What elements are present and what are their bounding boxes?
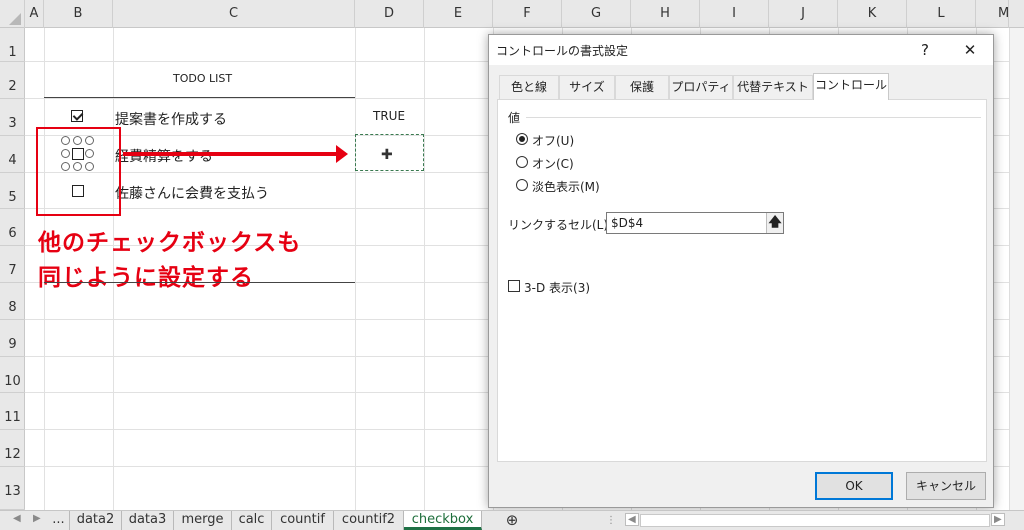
sheet-tab-countif2[interactable]: countif2 <box>334 511 404 530</box>
help-button[interactable]: ? <box>910 38 940 62</box>
row-header-8[interactable]: 8 <box>0 283 25 320</box>
row-header-11[interactable]: 11 <box>0 393 25 430</box>
todo-list-title: TODO LIST <box>173 72 233 85</box>
row-header-3[interactable]: 3 <box>0 99 25 136</box>
column-header-bar: A B C D E F G H I J K L M <box>0 0 1024 28</box>
radio-mixed-label[interactable]: 淡色表示(M) <box>532 178 600 195</box>
sheet-tab-data2[interactable]: data2 <box>70 511 122 530</box>
row-header-6[interactable]: 6 <box>0 209 25 246</box>
3d-shading-checkbox[interactable] <box>508 280 520 292</box>
column-header-a[interactable]: A <box>25 0 44 28</box>
select-all-corner[interactable] <box>0 0 25 28</box>
sheet-tab-data3[interactable]: data3 <box>122 511 174 530</box>
todo-item-3-label: 佐藤さんに会費を支払う <box>115 186 269 202</box>
tab-alt-text[interactable]: 代替テキスト <box>733 75 813 99</box>
gridline <box>424 28 425 510</box>
control-tab-panel: 値 オフ(U) オン(C) 淡色表示(M) リンクするセル(L): $D$4 🡅… <box>497 99 987 462</box>
row-header-4[interactable]: 4 <box>0 136 25 173</box>
todo-item-1-label: 提案書を作成する <box>115 112 227 128</box>
highlight-box <box>36 127 121 216</box>
format-control-dialog: コントロールの書式設定 ? ✕ 色と線 サイズ 保護 プロパティ 代替テキスト … <box>488 34 994 508</box>
3d-shading-label[interactable]: 3-D 表示(3) <box>524 279 590 296</box>
arrow-shaft <box>123 152 337 156</box>
column-header-k[interactable]: K <box>838 0 907 28</box>
column-header-g[interactable]: G <box>562 0 631 28</box>
annotation-line-1: 他のチェックボックスも <box>38 230 302 256</box>
scroll-next-sheet-icon[interactable]: ▶ <box>33 513 41 524</box>
ok-button[interactable]: OK <box>815 472 893 500</box>
column-header-i[interactable]: I <box>700 0 769 28</box>
link-cell-input[interactable]: $D$4 <box>606 212 784 234</box>
radio-on[interactable] <box>516 156 528 168</box>
row-header-10[interactable]: 10 <box>0 357 25 393</box>
vertical-scrollbar[interactable] <box>1009 28 1024 510</box>
horizontal-scrollbar[interactable] <box>640 514 990 527</box>
title-border <box>44 97 355 98</box>
tab-control[interactable]: コントロール <box>813 73 889 100</box>
tab-properties[interactable]: プロパティ <box>669 75 733 99</box>
tab-protection[interactable]: 保護 <box>615 75 669 99</box>
column-header-h[interactable]: H <box>631 0 700 28</box>
row-header-12[interactable]: 12 <box>0 430 25 467</box>
arrow-head-icon <box>336 145 348 163</box>
value-group-label: 値 <box>508 111 521 125</box>
column-header-l[interactable]: L <box>907 0 976 28</box>
linked-cell-value: TRUE <box>373 109 406 123</box>
radio-mixed[interactable] <box>516 179 528 191</box>
row-header-2[interactable]: 2 <box>0 62 25 99</box>
todo-checkbox-1[interactable] <box>71 110 83 122</box>
row-header-5[interactable]: 5 <box>0 173 25 209</box>
column-header-m[interactable]: M <box>976 0 1009 28</box>
sheet-tab-checkbox[interactable]: checkbox <box>404 511 482 530</box>
sheet-tab-countif[interactable]: countif <box>272 511 334 530</box>
collapse-dialog-icon[interactable]: 🡅 <box>766 213 783 233</box>
link-cell-label: リンクするセル(L): <box>508 218 613 232</box>
radio-on-label[interactable]: オン(C) <box>532 155 574 172</box>
add-sheet-icon[interactable]: ⊕ <box>500 511 524 530</box>
column-header-b[interactable]: B <box>44 0 113 28</box>
dialog-title-bar[interactable]: コントロールの書式設定 ? ✕ <box>489 35 993 65</box>
row-header-9[interactable]: 9 <box>0 320 25 357</box>
sheet-tab-calc[interactable]: calc <box>232 511 272 530</box>
tab-splitter-icon[interactable]: ⋮ <box>606 515 616 526</box>
tab-size[interactable]: サイズ <box>559 75 615 99</box>
row-header-13[interactable]: 13 <box>0 467 25 510</box>
sheet-tab-bar: ◀ ▶ ... data2 data3 merge calc countif c… <box>0 510 1024 530</box>
more-sheets[interactable]: ... <box>48 511 70 530</box>
list-bottom-border <box>44 282 355 283</box>
gridline <box>355 28 356 510</box>
scroll-prev-sheet-icon[interactable]: ◀ <box>13 513 21 524</box>
column-header-d[interactable]: D <box>355 0 424 28</box>
sheet-tab-merge[interactable]: merge <box>174 511 232 530</box>
column-header-c[interactable]: C <box>113 0 355 28</box>
todo-item-2-label: 経費精算をする <box>115 149 213 165</box>
dialog-title: コントロールの書式設定 <box>496 44 629 58</box>
hscroll-right-icon[interactable]: ▶ <box>991 513 1005 526</box>
column-header-f[interactable]: F <box>493 0 562 28</box>
group-separator <box>526 117 981 118</box>
radio-off-label[interactable]: オフ(U) <box>532 132 574 149</box>
radio-off[interactable] <box>516 133 528 145</box>
cancel-button[interactable]: キャンセル <box>906 472 986 500</box>
tab-color-line[interactable]: 色と線 <box>499 75 559 99</box>
annotation-line-2: 同じように設定する <box>38 265 254 291</box>
row-header-1[interactable]: 1 <box>0 28 25 62</box>
close-button[interactable]: ✕ <box>955 38 985 62</box>
row-header-bar: 1 2 3 4 5 6 7 8 9 10 11 12 13 <box>0 28 25 510</box>
row-header-7[interactable]: 7 <box>0 246 25 283</box>
cell-cursor-icon: ✚ <box>381 147 393 163</box>
hscroll-left-icon[interactable]: ◀ <box>625 513 639 526</box>
column-header-e[interactable]: E <box>424 0 493 28</box>
column-header-j[interactable]: J <box>769 0 838 28</box>
